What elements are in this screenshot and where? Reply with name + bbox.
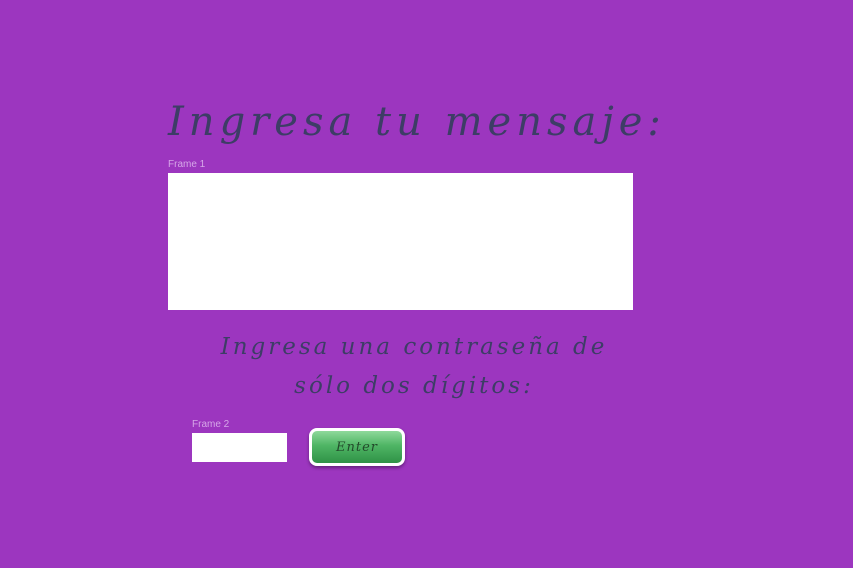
message-heading: Ingresa tu mensaje: [168, 99, 666, 145]
frame-2-label: Frame 2 [192, 419, 230, 430]
frame-1-label: Frame 1 [168, 159, 206, 170]
message-input[interactable] [168, 173, 633, 310]
enter-button[interactable]: Enter [309, 428, 405, 466]
password-heading: Ingresa una contraseña de sólo dos dígit… [220, 334, 608, 399]
password-input[interactable] [192, 433, 287, 462]
